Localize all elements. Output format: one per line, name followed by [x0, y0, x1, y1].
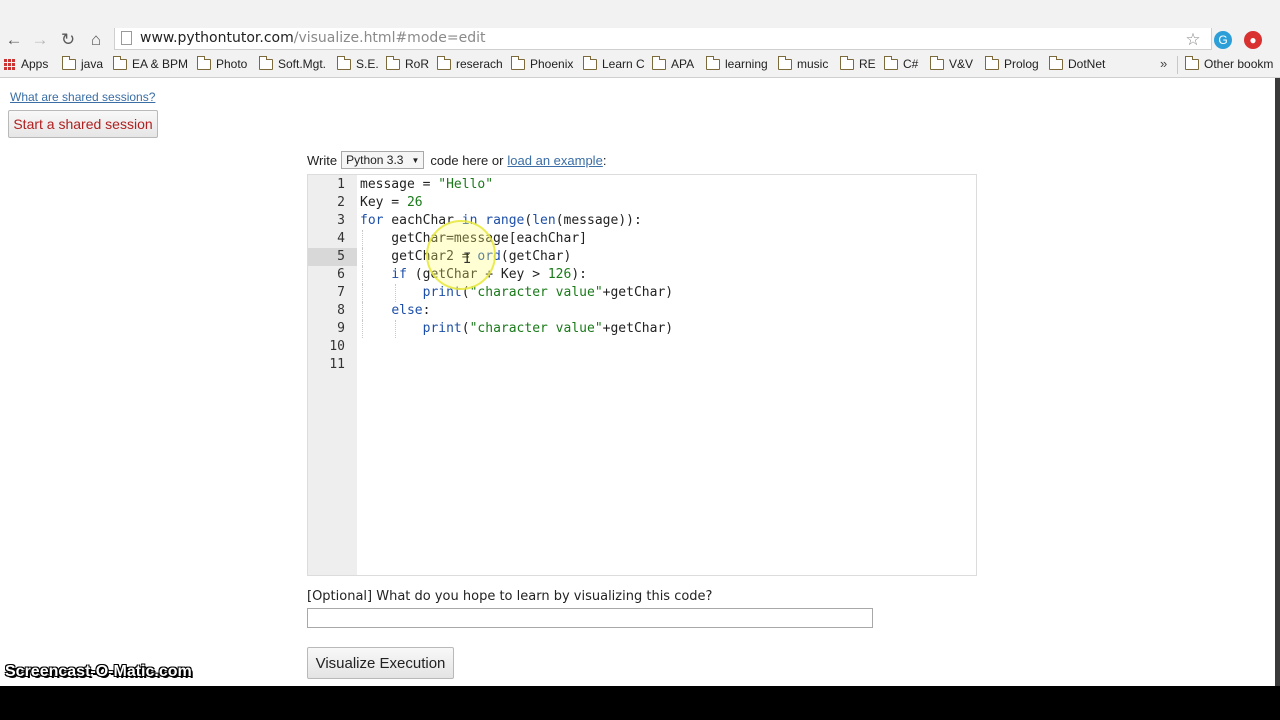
home-icon[interactable]: ⌂ [86, 30, 106, 50]
shared-sessions-link[interactable]: What are shared sessions? [10, 90, 155, 104]
write-prompt: Write Python 3.3 ▼ code here or load an … [307, 151, 606, 169]
code-editor[interactable]: 1 2 3 4 5 6 7 8 9 10 11 message = "Hello… [307, 174, 977, 576]
code-line[interactable]: print("character value"+getChar) [360, 284, 673, 302]
bookmark-photo[interactable]: Photo [197, 55, 247, 71]
folder-icon [386, 55, 400, 70]
folder-icon [259, 55, 273, 70]
line-number: 11 [329, 357, 345, 372]
line-number-gutter: 1 2 3 4 5 6 7 8 9 10 11 [308, 175, 357, 575]
window-edge [1275, 78, 1280, 686]
back-icon[interactable]: ← [4, 30, 24, 50]
visualize-execution-button[interactable]: Visualize Execution [307, 647, 454, 679]
cursor-highlight [426, 220, 496, 290]
folder-icon [706, 55, 720, 70]
code-line[interactable]: for eachChar in range(len(message)): [360, 212, 642, 230]
line-number: 1 [337, 177, 345, 192]
code-line[interactable]: message = "Hello" [360, 176, 493, 194]
bookmark-reserach[interactable]: reserach [437, 55, 503, 71]
folder-icon [62, 55, 76, 70]
bookmark-apa[interactable]: APA [652, 55, 694, 71]
browser-chrome: ← → ↻ ⌂ www.pythontutor.com/visualize.ht… [0, 0, 1280, 78]
bookmark-se[interactable]: S.E. [337, 55, 379, 71]
folder-icon [197, 55, 211, 70]
folder-icon [511, 55, 525, 70]
bookmark-re[interactable]: RE [840, 55, 876, 71]
folder-icon [437, 55, 451, 70]
write-prefix: Write [307, 152, 338, 168]
code-line[interactable]: Key = 26 [360, 194, 423, 212]
extension-icon[interactable]: ● [1244, 31, 1262, 49]
folder-icon [884, 55, 898, 70]
os-bottom-bar [0, 686, 1280, 720]
optional-question-label: [Optional] What do you hope to learn by … [307, 589, 713, 604]
language-select[interactable]: Python 3.3 ▼ [341, 151, 425, 169]
load-example-link[interactable]: load an example [507, 153, 602, 168]
address-bar[interactable]: www.pythontutor.com/visualize.html#mode=… [114, 28, 1212, 50]
line-number: 9 [337, 321, 345, 336]
line-number-active: 5 [308, 248, 357, 266]
forward-icon[interactable]: → [30, 30, 50, 50]
folder-icon [113, 55, 127, 70]
url-text[interactable]: www.pythontutor.com/visualize.html#mode=… [140, 30, 486, 46]
start-shared-session-button[interactable]: Start a shared session [8, 110, 158, 138]
folder-icon [930, 55, 944, 70]
page-icon [121, 31, 132, 45]
line-number: 3 [337, 213, 345, 228]
bookmark-java[interactable]: java [62, 55, 103, 71]
bookmark-learning[interactable]: learning [706, 55, 768, 71]
code-line[interactable]: print("character value"+getChar) [360, 320, 673, 338]
bookmark-vv[interactable]: V&V [930, 55, 973, 71]
bookmarks-bar: Apps java EA & BPM Photo Soft.Mgt. S.E. … [0, 53, 1280, 78]
browser-toolbar: ← → ↻ ⌂ www.pythontutor.com/visualize.ht… [0, 28, 1280, 53]
bookmark-music[interactable]: music [778, 55, 828, 71]
line-number: 6 [337, 267, 345, 282]
text-cursor-icon: I [463, 251, 472, 267]
page-content: What are shared sessions? Start a shared… [0, 78, 1275, 686]
reload-icon[interactable]: ↻ [58, 30, 78, 50]
line-number: 10 [329, 339, 345, 354]
language-value: Python 3.3 [346, 153, 404, 167]
bookmark-ror[interactable]: RoR [386, 55, 429, 71]
bookmark-ea-bpm[interactable]: EA & BPM [113, 55, 188, 71]
bookmark-soft-mgt[interactable]: Soft.Mgt. [259, 55, 326, 71]
folder-icon [583, 55, 597, 70]
write-middle: code here or [430, 152, 504, 168]
bookmark-apps[interactable]: Apps [4, 57, 48, 71]
bookmark-prolog[interactable]: Prolog [985, 55, 1039, 71]
bookmark-other[interactable]: Other bookm [1185, 55, 1273, 71]
recorder-watermark: Screencast-O-Matic.com [5, 663, 192, 680]
folder-icon [337, 55, 351, 70]
bookmarks-overflow-button[interactable]: » [1160, 56, 1167, 71]
line-number: 8 [337, 303, 345, 318]
optional-question-input[interactable] [307, 608, 873, 628]
code-line[interactable]: else: [360, 302, 430, 320]
folder-icon [1185, 55, 1199, 70]
folder-icon [778, 55, 792, 70]
bookmark-csharp[interactable]: C# [884, 55, 918, 71]
folder-icon [652, 55, 666, 70]
folder-icon [840, 55, 854, 70]
line-number: 4 [337, 231, 345, 246]
grammarly-extension-icon[interactable]: G [1214, 31, 1232, 49]
bookmark-phoenix[interactable]: Phoenix [511, 55, 573, 71]
bookmarks-separator [1177, 56, 1178, 74]
bookmark-dotnet[interactable]: DotNet [1049, 55, 1105, 71]
line-number: 2 [337, 195, 345, 210]
line-number: 7 [337, 285, 345, 300]
folder-icon [985, 55, 999, 70]
dropdown-arrow-icon: ▼ [411, 155, 420, 165]
bookmark-learn-c[interactable]: Learn C [583, 55, 645, 71]
bookmark-star-icon[interactable]: ☆ [1183, 30, 1203, 50]
folder-icon [1049, 55, 1063, 70]
write-suffix: : [602, 152, 607, 168]
apps-grid-icon [4, 58, 15, 70]
